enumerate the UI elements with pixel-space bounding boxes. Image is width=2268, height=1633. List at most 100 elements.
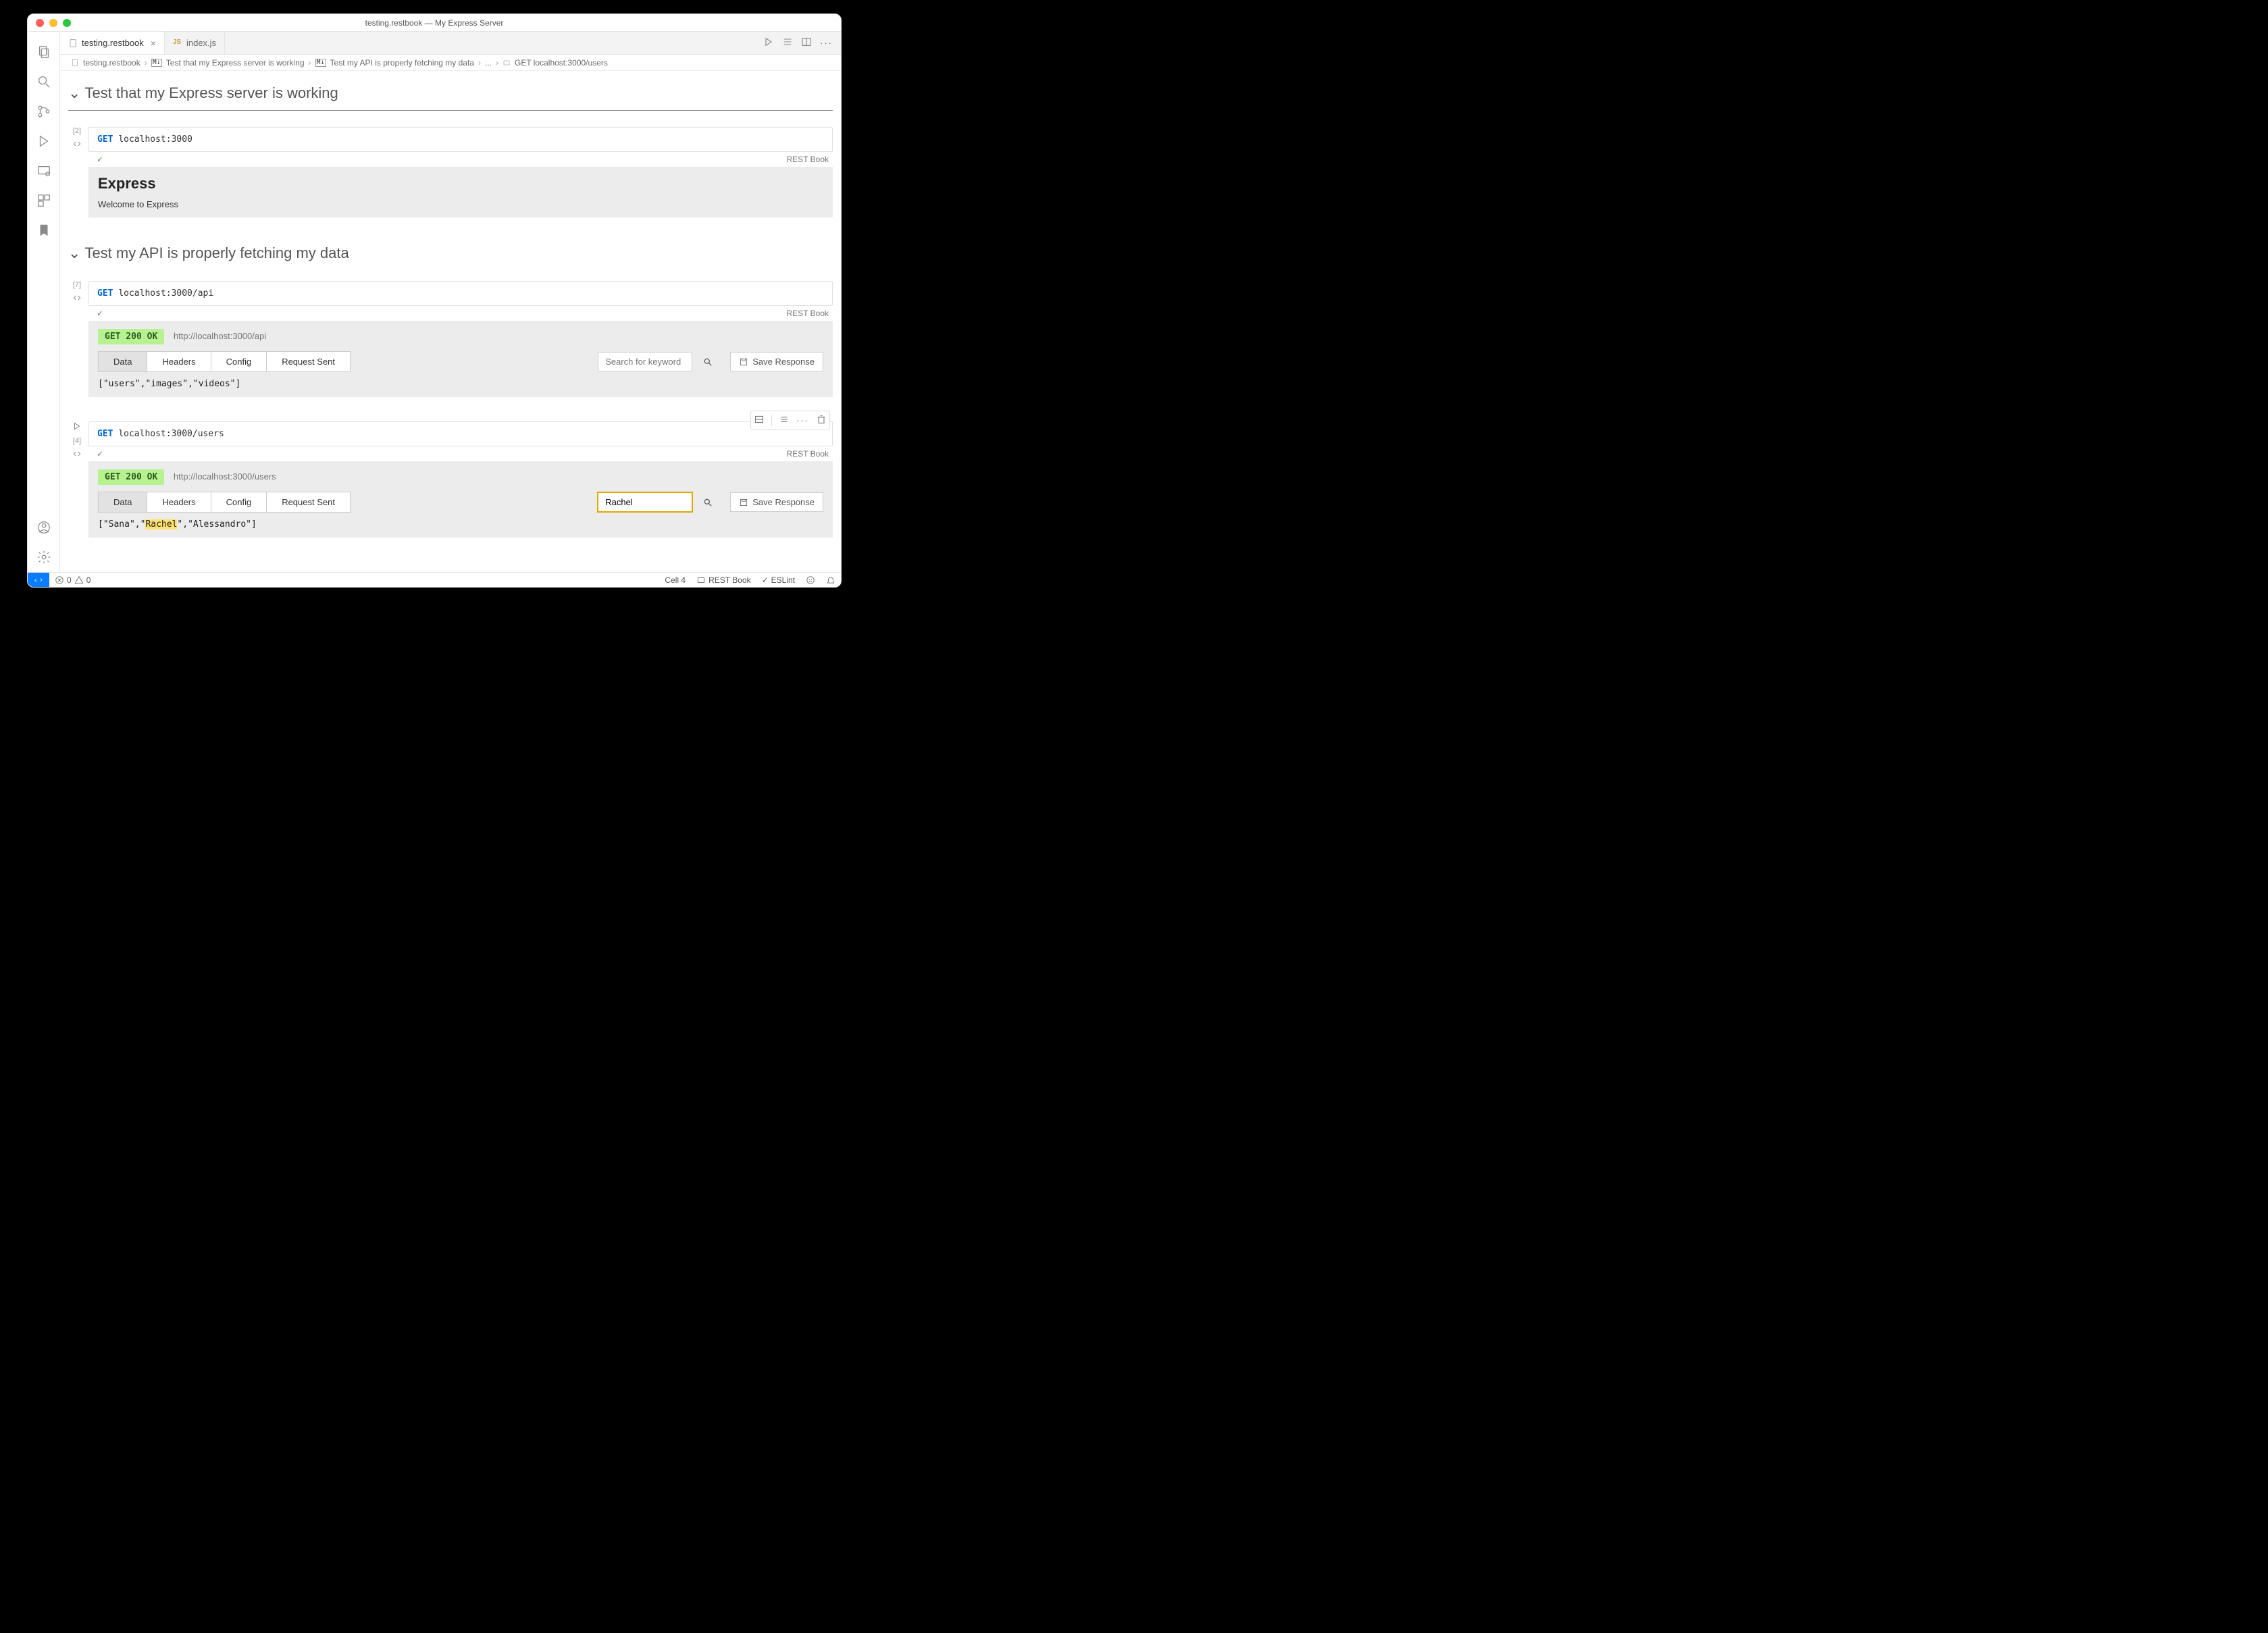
exec-count: [4] — [73, 437, 81, 445]
breadcrumb-item[interactable]: Test my API is properly fetching my data — [330, 58, 474, 68]
output-tabs: Data Headers Config Request Sent — [98, 351, 351, 372]
tab-label: testing.restbook — [82, 38, 144, 48]
window-title: testing.restbook — My Express Server — [28, 18, 841, 28]
output-tab-data[interactable]: Data — [99, 492, 147, 512]
output-tab-headers[interactable]: Headers — [147, 352, 211, 371]
breadcrumb-item[interactable]: testing.restbook — [83, 58, 140, 68]
run-debug-icon[interactable] — [28, 126, 60, 156]
delete-icon[interactable] — [816, 414, 827, 427]
notifications-icon[interactable] — [821, 575, 841, 585]
chevron-down-icon[interactable]: ⌄ — [68, 84, 80, 102]
breadcrumb[interactable]: testing.restbook › M↓ Test that my Expre… — [60, 55, 841, 71]
http-method: GET — [97, 134, 113, 145]
split-editor-icon[interactable] — [801, 36, 812, 49]
kernel-indicator[interactable]: REST Book — [691, 575, 756, 585]
output-tab-config[interactable]: Config — [211, 352, 267, 371]
check-icon: ✓ — [97, 449, 103, 459]
close-icon[interactable]: × — [151, 38, 156, 49]
save-response-button[interactable]: Save Response — [730, 492, 823, 512]
status-url: http://localhost:3000/api — [174, 331, 266, 341]
more-icon[interactable]: ··· — [820, 38, 833, 48]
bookmark-icon[interactable] — [28, 215, 60, 245]
save-response-button[interactable]: Save Response — [730, 352, 823, 371]
remote-explorer-icon[interactable] — [28, 156, 60, 186]
http-method: GET — [97, 429, 113, 439]
notebook-cell: [2] GET localhost:3000 ✓ REST Book Expre… — [88, 127, 833, 217]
output-tab-headers[interactable]: Headers — [147, 492, 211, 512]
markdown-icon: M↓ — [315, 59, 326, 67]
output-tab-request[interactable]: Request Sent — [267, 492, 350, 512]
cell-output: Express Welcome to Express — [88, 167, 833, 217]
window-controls — [28, 19, 71, 27]
tab-testing-restbook[interactable]: testing.restbook × — [60, 32, 165, 54]
breadcrumb-item[interactable]: Test that my Express server is working — [166, 58, 305, 68]
notebook-cell: [7] GET localhost:3000/api ✓ REST Book G… — [88, 281, 833, 397]
tab-label: index.js — [186, 38, 216, 48]
notebook-content: ⌄ Test that my Express server is working… — [60, 71, 841, 572]
markdown-icon: M↓ — [151, 59, 162, 67]
eslint-status[interactable]: ✓ESLint — [756, 575, 800, 585]
remote-indicator[interactable] — [28, 573, 49, 588]
output-tab-data[interactable]: Data — [99, 352, 147, 371]
more-icon[interactable]: ··· — [796, 415, 809, 425]
close-window-button[interactable] — [36, 19, 44, 27]
code-icon[interactable] — [72, 139, 82, 151]
output-text: Welcome to Express — [98, 199, 823, 209]
request-url: localhost:3000/users — [118, 429, 224, 439]
http-method: GET — [97, 288, 113, 299]
source-control-icon[interactable] — [28, 97, 60, 126]
language-label[interactable]: REST Book — [787, 309, 829, 318]
accounts-icon[interactable] — [28, 513, 60, 542]
code-icon[interactable] — [72, 293, 82, 305]
zoom-window-button[interactable] — [63, 19, 71, 27]
tab-bar: testing.restbook × JS index.js ··· — [60, 32, 841, 55]
check-icon: ✓ — [97, 309, 103, 318]
tab-index-js[interactable]: JS index.js — [165, 32, 225, 54]
search-icon[interactable] — [28, 67, 60, 97]
split-cell-icon[interactable] — [754, 414, 765, 427]
highlighted-match: Rachel — [145, 519, 177, 529]
status-badge: GET 200 OK — [98, 329, 164, 344]
lines-icon[interactable] — [779, 414, 790, 427]
extensions-icon[interactable] — [28, 186, 60, 215]
status-badge: GET 200 OK — [98, 469, 164, 485]
output-tab-request[interactable]: Request Sent — [267, 352, 350, 371]
js-icon: JS — [173, 38, 182, 48]
output-body: ["users","images","videos"] — [98, 379, 823, 389]
file-icon — [68, 38, 78, 48]
chevron-down-icon[interactable]: ⌄ — [68, 244, 80, 262]
settings-gear-icon[interactable] — [28, 542, 60, 572]
cell-input[interactable]: GET localhost:3000/users — [88, 421, 833, 446]
explorer-icon[interactable] — [28, 37, 60, 67]
feedback-icon[interactable] — [800, 575, 821, 585]
section-heading: ⌄ Test my API is properly fetching my da… — [68, 242, 833, 267]
check-icon: ✓ — [97, 155, 103, 164]
breadcrumb-item[interactable]: ... — [485, 58, 492, 68]
clear-outputs-icon[interactable] — [782, 36, 793, 49]
cell-input[interactable]: GET localhost:3000/api — [88, 281, 833, 306]
search-input[interactable] — [598, 492, 692, 512]
language-label[interactable]: REST Book — [787, 155, 829, 164]
search-icon[interactable] — [698, 352, 718, 372]
output-body: ["Sana","Rachel","Alessandro"] — [98, 519, 823, 529]
problems-status[interactable]: 0 0 — [49, 575, 96, 585]
output-tabs: Data Headers Config Request Sent — [98, 492, 351, 513]
breadcrumb-item[interactable]: GET localhost:3000/users — [515, 58, 608, 68]
minimize-window-button[interactable] — [49, 19, 57, 27]
titlebar: testing.restbook — My Express Server — [28, 14, 841, 32]
cell-position[interactable]: Cell 4 — [659, 575, 691, 585]
notebook-cell: ··· [4] GET localhost:3000/users ✓ — [88, 421, 833, 538]
output-tab-config[interactable]: Config — [211, 492, 267, 512]
output-heading: Express — [98, 175, 823, 192]
run-cell-icon[interactable] — [72, 421, 82, 433]
run-all-icon[interactable] — [763, 36, 774, 49]
language-label[interactable]: REST Book — [787, 449, 829, 459]
request-url: localhost:3000/api — [118, 288, 213, 299]
cell-toolbar: ··· — [750, 411, 830, 430]
app-window: testing.restbook — My Express Server tes… — [27, 14, 842, 588]
search-icon[interactable] — [698, 492, 718, 513]
request-url: localhost:3000 — [118, 134, 192, 145]
cell-input[interactable]: GET localhost:3000 — [88, 127, 833, 152]
search-input[interactable] — [598, 352, 692, 371]
code-icon[interactable] — [72, 449, 82, 461]
